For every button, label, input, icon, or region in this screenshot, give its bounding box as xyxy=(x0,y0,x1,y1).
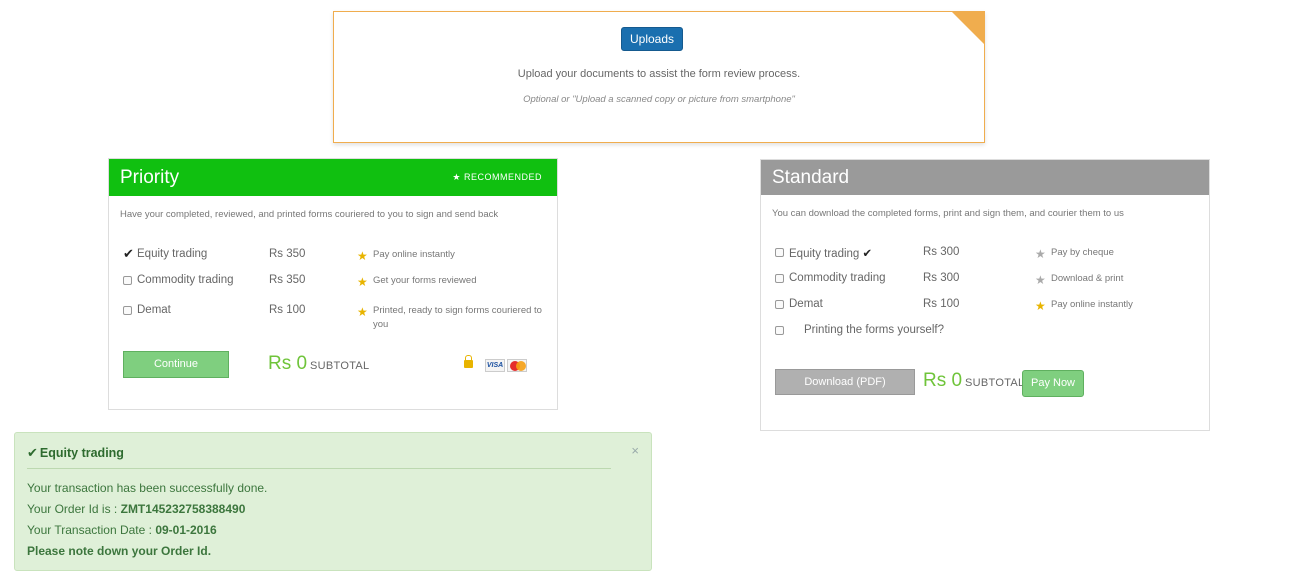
standard-item-equity[interactable]: Equity trading ✔ Rs 300 ★ Pay by cheque xyxy=(775,246,1209,266)
standard-description: You can download the completed forms, pr… xyxy=(772,208,1124,219)
feature-text: Pay online instantly xyxy=(1051,299,1133,310)
priority-description: Have your completed, reviewed, and print… xyxy=(120,209,499,220)
priority-item-equity[interactable]: ✔ Equity trading Rs 350 ★ Pay online ins… xyxy=(123,246,557,268)
item-price: Rs 100 xyxy=(923,298,960,310)
alert-title: ✔ Equity trading xyxy=(27,445,124,460)
star-icon: ★ xyxy=(357,305,368,319)
priority-item-commodity[interactable]: Commodity trading Rs 350 ★ Get your form… xyxy=(123,274,557,294)
standard-item-commodity[interactable]: Commodity trading Rs 300 ★ Download & pr… xyxy=(775,272,1209,292)
item-price: Rs 300 xyxy=(923,246,960,258)
divider xyxy=(27,468,611,469)
subtotal-label: SUBTOTAL xyxy=(310,360,370,372)
visa-card-icon: VISA xyxy=(485,359,505,372)
print-yourself-checkbox[interactable] xyxy=(775,326,784,335)
mastercard-icon xyxy=(507,359,527,372)
subtotal-amount: Rs 0 xyxy=(923,370,963,391)
standard-header: Standard xyxy=(761,160,1209,195)
transaction-message: Your transaction has been successfully d… xyxy=(27,481,268,495)
order-id-note: Please note down your Order Id. xyxy=(27,544,212,558)
priority-header: Priority ★ RECOMMENDED xyxy=(109,159,557,196)
print-yourself-option[interactable]: Printing the forms yourself? xyxy=(775,324,1209,344)
transaction-date: 09-01-2016 xyxy=(155,523,217,537)
upload-panel: Uploads Upload your documents to assist … xyxy=(333,11,985,143)
commodity-checkbox[interactable] xyxy=(123,276,132,285)
demat-checkbox[interactable] xyxy=(775,300,784,309)
priority-plan-panel: Priority ★ RECOMMENDED Have your complet… xyxy=(108,158,558,410)
item-label: Demat xyxy=(137,304,171,316)
lock-icon xyxy=(464,355,473,368)
success-alert: ✔ Equity trading × Your transaction has b… xyxy=(14,432,652,571)
feature-text: Get your forms reviewed xyxy=(373,275,477,286)
priority-title: Priority xyxy=(120,167,180,188)
corner-ribbon-icon xyxy=(952,12,984,44)
star-icon: ★ xyxy=(1035,247,1046,261)
item-label: Equity trading ✔ xyxy=(789,248,873,260)
item-price: Rs 300 xyxy=(923,272,960,284)
star-icon: ★ xyxy=(1035,273,1046,287)
star-icon: ★ xyxy=(357,275,368,289)
item-price: Rs 350 xyxy=(269,274,306,286)
close-icon[interactable]: × xyxy=(631,443,639,458)
pay-now-button[interactable]: Pay Now xyxy=(1022,370,1084,397)
feature-text: Pay by cheque xyxy=(1051,247,1114,258)
feature-text: Printed, ready to sign forms couriered t… xyxy=(373,305,542,330)
item-label: Commodity trading xyxy=(789,272,886,284)
standard-plan-panel: Standard You can download the completed … xyxy=(760,159,1210,431)
recommended-badge: ★ RECOMMENDED xyxy=(452,172,542,182)
continue-button[interactable]: Continue xyxy=(123,351,229,378)
transaction-date-line: Your Transaction Date : 09-01-2016 xyxy=(27,523,217,537)
subtotal-label: SUBTOTAL xyxy=(965,377,1025,389)
standard-item-demat[interactable]: Demat Rs 100 ★ Pay online instantly xyxy=(775,298,1209,318)
checkmark-icon: ✔ xyxy=(123,246,134,261)
demat-checkbox[interactable] xyxy=(123,306,132,315)
checkmark-icon: ✔ xyxy=(862,248,873,260)
standard-title: Standard xyxy=(772,167,850,188)
upload-note: Optional or "Upload a scanned copy or pi… xyxy=(523,94,795,105)
item-price: Rs 100 xyxy=(269,304,306,316)
item-label: Commodity trading xyxy=(137,274,234,286)
star-icon: ★ xyxy=(357,249,368,263)
print-yourself-label: Printing the forms yourself? xyxy=(804,324,944,336)
checkmark-icon: ✔ xyxy=(27,445,38,460)
star-icon: ★ xyxy=(1035,299,1046,313)
order-id-line: Your Order Id is : ZMT145232758388490 xyxy=(27,502,246,516)
item-label: Equity trading xyxy=(137,248,208,260)
item-label: Demat xyxy=(789,298,823,310)
equity-checkbox[interactable] xyxy=(775,248,784,257)
feature-text: Download & print xyxy=(1051,273,1124,284)
feature-text: Pay online instantly xyxy=(373,249,455,260)
item-price: Rs 350 xyxy=(269,248,306,260)
subtotal-amount: Rs 0 xyxy=(268,353,308,374)
commodity-checkbox[interactable] xyxy=(775,274,784,283)
uploads-button[interactable]: Uploads xyxy=(621,27,683,51)
download-pdf-button[interactable]: Download (PDF) xyxy=(775,369,915,395)
priority-item-demat[interactable]: Demat Rs 100 ★ Printed, ready to sign fo… xyxy=(123,304,557,336)
order-id: ZMT145232758388490 xyxy=(120,502,246,516)
upload-description: Upload your documents to assist the form… xyxy=(517,68,801,80)
